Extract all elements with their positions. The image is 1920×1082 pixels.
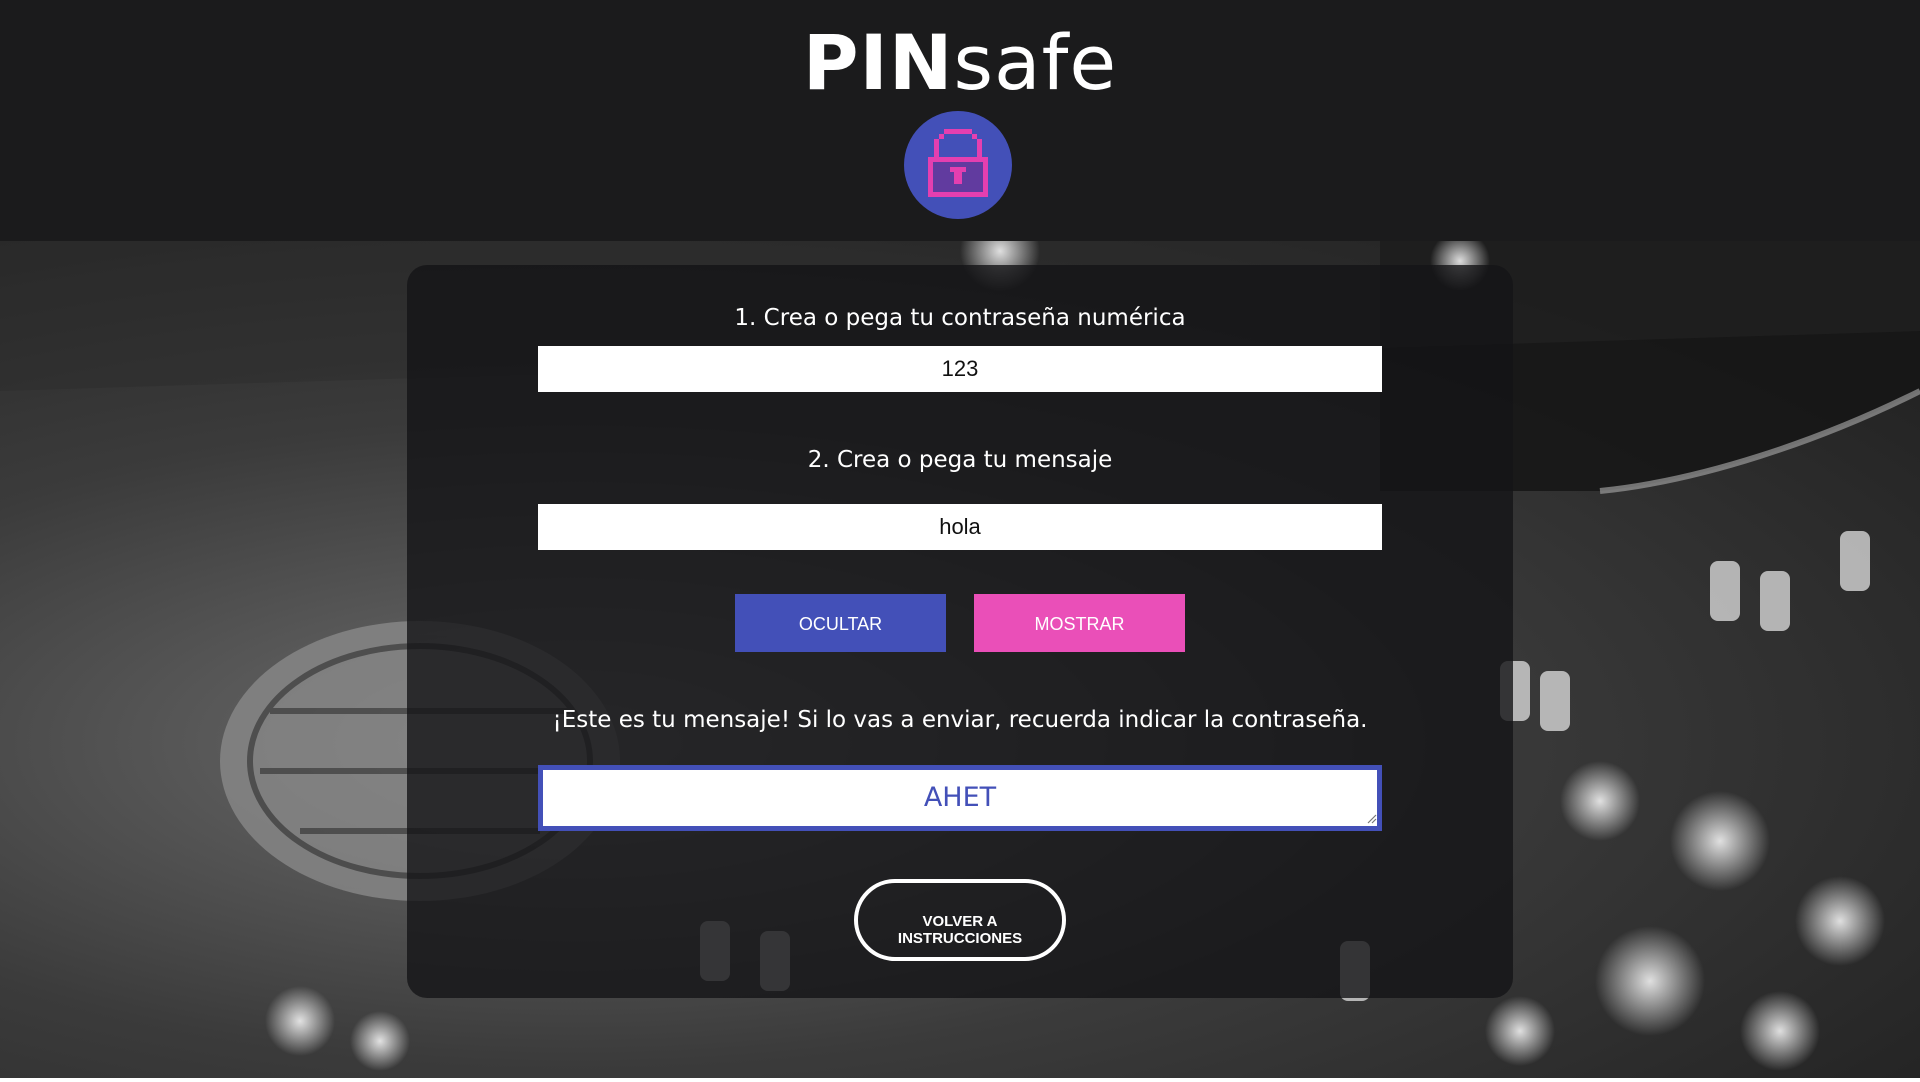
show-button[interactable]: MOSTRAR xyxy=(974,594,1185,652)
back-button-label-line2: INSTRUCCIONES xyxy=(897,930,1023,947)
password-label: 1. Crea o pega tu contraseña numérica xyxy=(734,305,1186,331)
password-input[interactable] xyxy=(538,346,1382,392)
message-input[interactable] xyxy=(538,504,1382,550)
resize-grip-icon[interactable] xyxy=(1367,814,1377,824)
app-title-bold: PIN xyxy=(802,18,954,107)
site-header: PINsafe xyxy=(0,0,1920,241)
result-note: ¡Este es tu mensaje! Si lo vas a enviar,… xyxy=(552,707,1368,733)
padlock-icon xyxy=(904,111,1012,219)
back-button-label-line1: VOLVER A xyxy=(922,913,998,930)
message-label: 2. Crea o pega tu mensaje xyxy=(807,447,1113,473)
app-title-light: safe xyxy=(953,18,1118,107)
app-title: PINsafe xyxy=(0,18,1920,108)
back-to-instructions-button[interactable]: VOLVER A INSTRUCCIONES xyxy=(854,879,1066,961)
hide-button[interactable]: OCULTAR xyxy=(735,594,946,652)
result-output[interactable]: AHET xyxy=(538,765,1382,831)
